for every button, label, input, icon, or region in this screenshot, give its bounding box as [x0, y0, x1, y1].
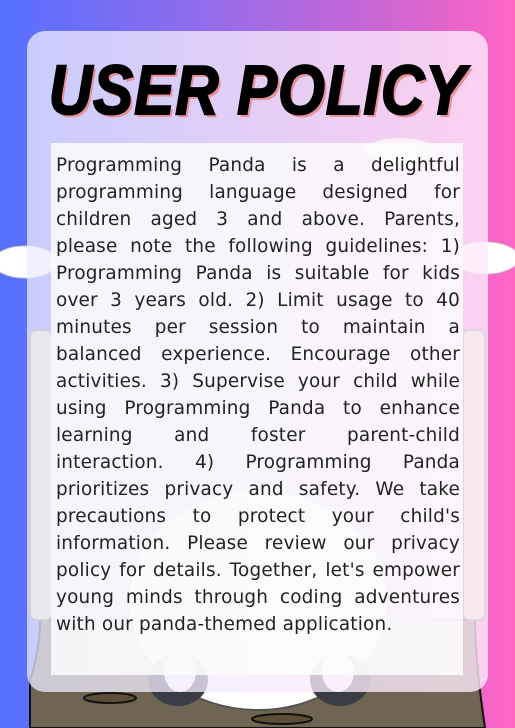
page-title: USER POLICY [48, 50, 467, 130]
policy-body-text: Programming Panda is a delightful progra… [56, 155, 460, 635]
